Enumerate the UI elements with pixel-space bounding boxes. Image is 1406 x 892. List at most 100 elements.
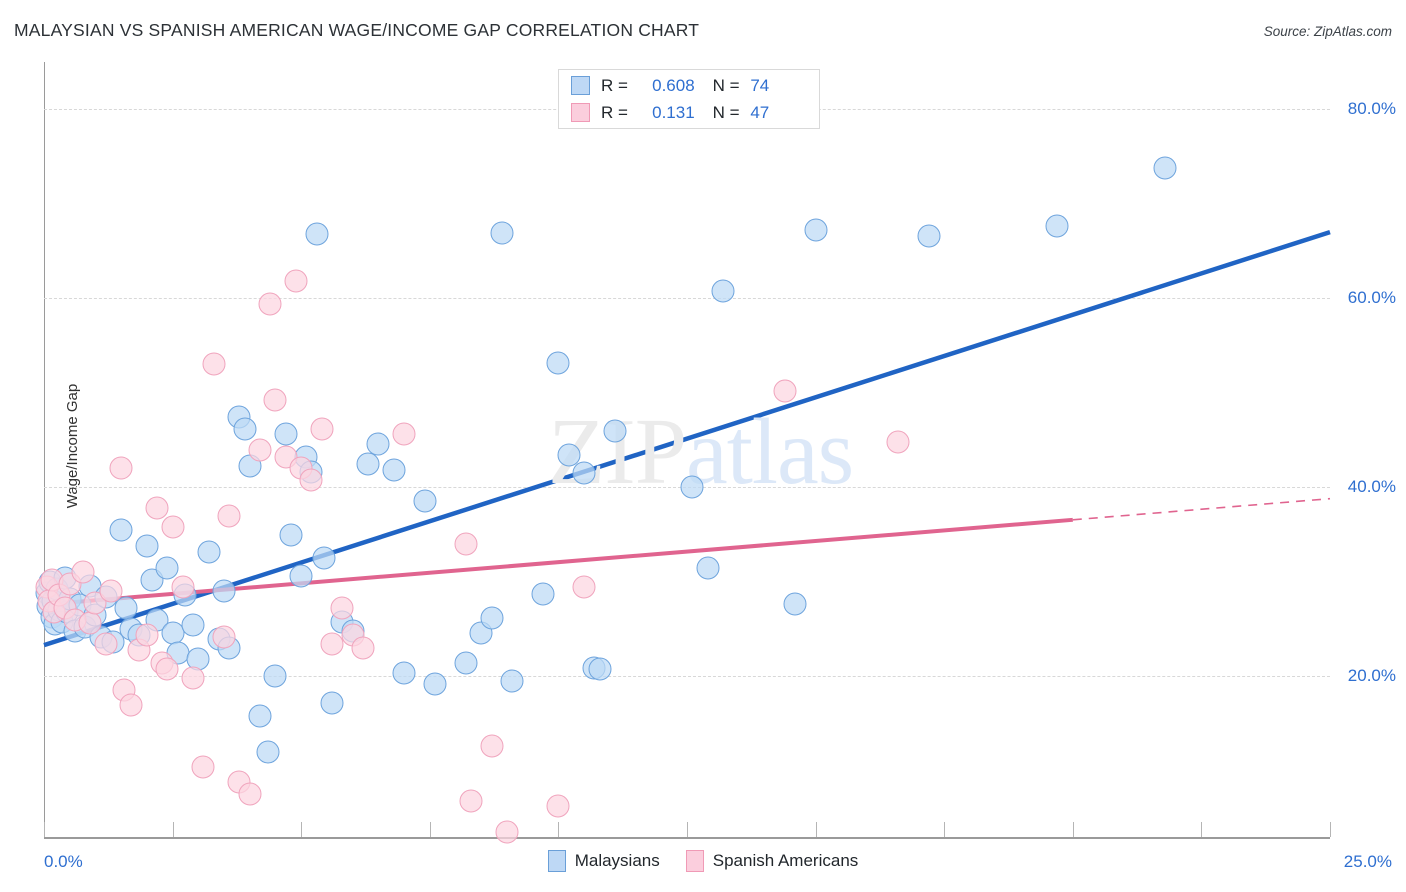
legend-swatch-pink-icon <box>571 103 590 122</box>
scatter-point <box>212 579 236 603</box>
scatter-point <box>330 596 354 620</box>
x-axis-tick <box>44 822 45 837</box>
scatter-point <box>711 279 735 303</box>
scatter-point <box>804 218 828 242</box>
x-axis-tick <box>1072 822 1074 837</box>
scatter-point <box>312 546 336 570</box>
scatter-point <box>197 540 221 564</box>
scatter-point <box>546 794 570 818</box>
scatter-point <box>202 352 226 376</box>
x-axis-line <box>44 837 1330 839</box>
scatter-point <box>99 579 123 603</box>
scatter-point <box>680 475 704 499</box>
scatter-point <box>114 596 138 620</box>
x-axis-tick <box>1330 822 1331 837</box>
plot-area <box>44 62 1330 837</box>
scatter-point <box>299 468 323 492</box>
scatter-point <box>155 657 179 681</box>
scatter-point <box>305 222 329 246</box>
n-label-blue: N = <box>712 75 745 95</box>
scatter-point <box>454 651 478 675</box>
scatter-point <box>392 422 416 446</box>
r-label-blue: R = <box>601 75 633 95</box>
scatter-point <box>212 625 236 649</box>
scatter-point <box>279 523 303 547</box>
y-axis-tick-label: 60.0% <box>1347 288 1396 308</box>
n-value-pink: 47 <box>750 102 770 122</box>
scatter-point <box>155 556 179 580</box>
scatter-point <box>917 224 941 248</box>
scatter-point <box>454 532 478 556</box>
x-axis-tick <box>301 822 303 837</box>
scatter-point <box>500 669 524 693</box>
r-label-pink: R = <box>601 102 633 122</box>
x-axis-tick <box>687 822 688 837</box>
r-value-blue: 0.608 <box>652 75 695 95</box>
series-legend: Malaysians Spanish Americans <box>0 850 1406 872</box>
scatter-point <box>94 632 118 656</box>
scatter-point <box>603 419 627 443</box>
scatter-point <box>171 575 195 599</box>
scatter-point <box>588 657 612 681</box>
x-axis-tick <box>429 822 431 837</box>
scatter-point <box>248 438 272 461</box>
scatter-point <box>263 388 287 412</box>
scatter-point <box>382 458 406 482</box>
scatter-point <box>135 623 159 647</box>
source-label: Source: ZipAtlas.com <box>1263 24 1392 39</box>
y-axis-tick-label: 20.0% <box>1347 666 1396 686</box>
series-legend-item-spanish-americans[interactable]: Spanish Americans <box>685 850 859 872</box>
scatter-point <box>392 661 416 685</box>
scatter-point <box>1045 214 1069 238</box>
scatter-point <box>217 504 241 528</box>
scatter-point <box>696 556 720 580</box>
scatter-point <box>256 740 280 764</box>
scatter-point <box>423 672 447 696</box>
scatter-point <box>480 734 504 758</box>
scatter-point <box>233 417 257 441</box>
gridline-y-20 <box>44 676 1330 678</box>
scatter-point <box>572 575 596 599</box>
correlation-chart: MALAYSIAN VS SPANISH AMERICAN WAGE/INCOM… <box>0 0 1406 892</box>
scatter-point <box>413 489 437 513</box>
scatter-point <box>320 632 344 656</box>
scatter-point <box>135 534 159 558</box>
scatter-point <box>495 820 519 844</box>
scatter-point <box>263 664 287 688</box>
x-axis-tick <box>815 822 817 837</box>
correlation-stats-legend: R = 0.608 N = 74 R = 0.131 N = 47 <box>558 69 820 129</box>
stat-row-malaysians: R = 0.608 N = 74 <box>571 72 807 99</box>
scatter-point <box>191 755 215 779</box>
legend-swatch-blue-icon <box>571 76 590 95</box>
x-axis-tick <box>944 822 946 837</box>
scatter-point <box>181 613 205 637</box>
x-axis-tick <box>558 822 560 837</box>
x-axis-tick <box>1201 822 1203 837</box>
scatter-point <box>109 518 133 542</box>
scatter-point <box>783 592 807 616</box>
scatter-point <box>886 430 910 454</box>
scatter-point <box>1153 156 1177 180</box>
scatter-point <box>78 611 102 635</box>
y-axis-tick-label: 40.0% <box>1347 477 1396 497</box>
scatter-point <box>356 452 380 476</box>
y-axis-tick-label: 80.0% <box>1347 99 1396 119</box>
series-swatch-pink-icon <box>685 850 704 872</box>
scatter-point <box>119 693 143 717</box>
scatter-point <box>145 496 169 520</box>
scatter-point <box>310 417 334 441</box>
scatter-point <box>71 560 95 584</box>
scatter-point <box>161 515 185 539</box>
series-legend-label-spanish-americans: Spanish Americans <box>712 851 859 870</box>
series-swatch-blue-icon <box>547 850 566 872</box>
scatter-point <box>572 461 596 485</box>
scatter-point <box>258 292 282 316</box>
gridline-y-60 <box>44 298 1330 300</box>
n-value-blue: 74 <box>750 75 770 95</box>
scatter-point <box>181 666 205 690</box>
scatter-point <box>248 704 272 728</box>
x-axis-tick <box>172 822 174 837</box>
series-legend-item-malaysians[interactable]: Malaysians <box>547 850 660 872</box>
r-value-pink: 0.131 <box>652 102 695 122</box>
series-legend-label-malaysians: Malaysians <box>574 851 660 870</box>
